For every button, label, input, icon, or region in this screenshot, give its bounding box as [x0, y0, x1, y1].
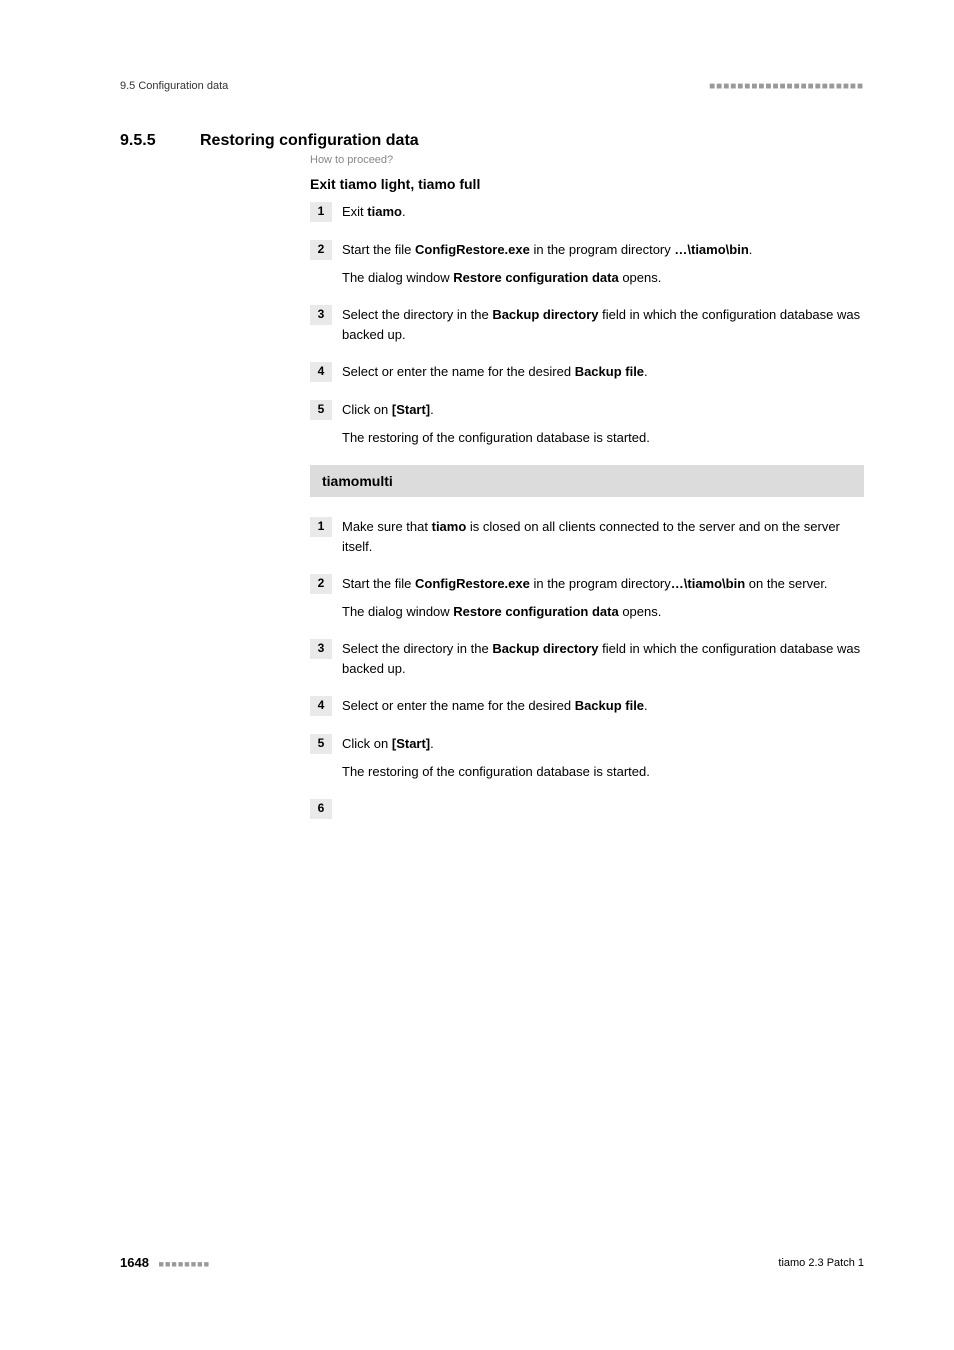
header-left: 9.5 Configuration data [120, 80, 228, 92]
step-body [342, 799, 864, 819]
section-title: Restoring configuration data [200, 132, 419, 150]
step-number: 3 [310, 639, 332, 659]
step-item: 5 Click on [Start]. The restoring of the… [310, 400, 864, 447]
howto-text: How to proceed? [310, 154, 864, 166]
step-item: 3 Select the directory in the Backup dir… [310, 305, 864, 344]
step-item: 4 Select or enter the name for the desir… [310, 696, 864, 716]
footer-right: tiamo 2.3 Patch 1 [778, 1257, 864, 1269]
step-body: Select or enter the name for the desired… [342, 362, 864, 382]
step-number: 1 [310, 202, 332, 222]
step-body: Click on [Start]. The restoring of the c… [342, 400, 864, 447]
step-number: 1 [310, 517, 332, 537]
step-item: 3 Select the directory in the Backup dir… [310, 639, 864, 678]
step-body: Select or enter the name for the desired… [342, 696, 864, 716]
step-item: 5 Click on [Start]. The restoring of the… [310, 734, 864, 781]
footer-dots: ■■■■■■■■ [159, 1259, 211, 1269]
step-body: Select the directory in the Backup direc… [342, 305, 864, 344]
page-footer: 1648 ■■■■■■■■ tiamo 2.3 Patch 1 [120, 1255, 864, 1270]
page-number: 1648 ■■■■■■■■ [120, 1255, 210, 1270]
step-number: 4 [310, 696, 332, 716]
step-number: 3 [310, 305, 332, 325]
step-body: Start the file ConfigRestore.exe in the … [342, 574, 864, 621]
step-body: Make sure that tiamo is closed on all cl… [342, 517, 864, 556]
block2-heading: tiamomulti [310, 465, 864, 497]
step-number: 5 [310, 400, 332, 420]
step-item: 1 Make sure that tiamo is closed on all … [310, 517, 864, 556]
step-body: Click on [Start]. The restoring of the c… [342, 734, 864, 781]
step-item: 1 Exit tiamo. [310, 202, 864, 222]
step-body: Select the directory in the Backup direc… [342, 639, 864, 678]
section-heading: 9.5.5 Restoring configuration data [120, 132, 864, 150]
step-body: Exit tiamo. [342, 202, 864, 222]
step-number: 2 [310, 574, 332, 594]
section-number: 9.5.5 [120, 132, 200, 150]
step-number: 6 [310, 799, 332, 819]
step-item: 6 [310, 799, 864, 819]
block1-heading: Exit tiamo light, tiamo full [310, 176, 864, 192]
step-number: 2 [310, 240, 332, 260]
step-item: 2 Start the file ConfigRestore.exe in th… [310, 240, 864, 287]
step-number: 4 [310, 362, 332, 382]
header-dots: ■■■■■■■■■■■■■■■■■■■■■■ [709, 81, 864, 92]
step-number: 5 [310, 734, 332, 754]
step-body: Start the file ConfigRestore.exe in the … [342, 240, 864, 287]
step-item: 4 Select or enter the name for the desir… [310, 362, 864, 382]
step-item: 2 Start the file ConfigRestore.exe in th… [310, 574, 864, 621]
page-header: 9.5 Configuration data ■■■■■■■■■■■■■■■■■… [120, 80, 864, 92]
